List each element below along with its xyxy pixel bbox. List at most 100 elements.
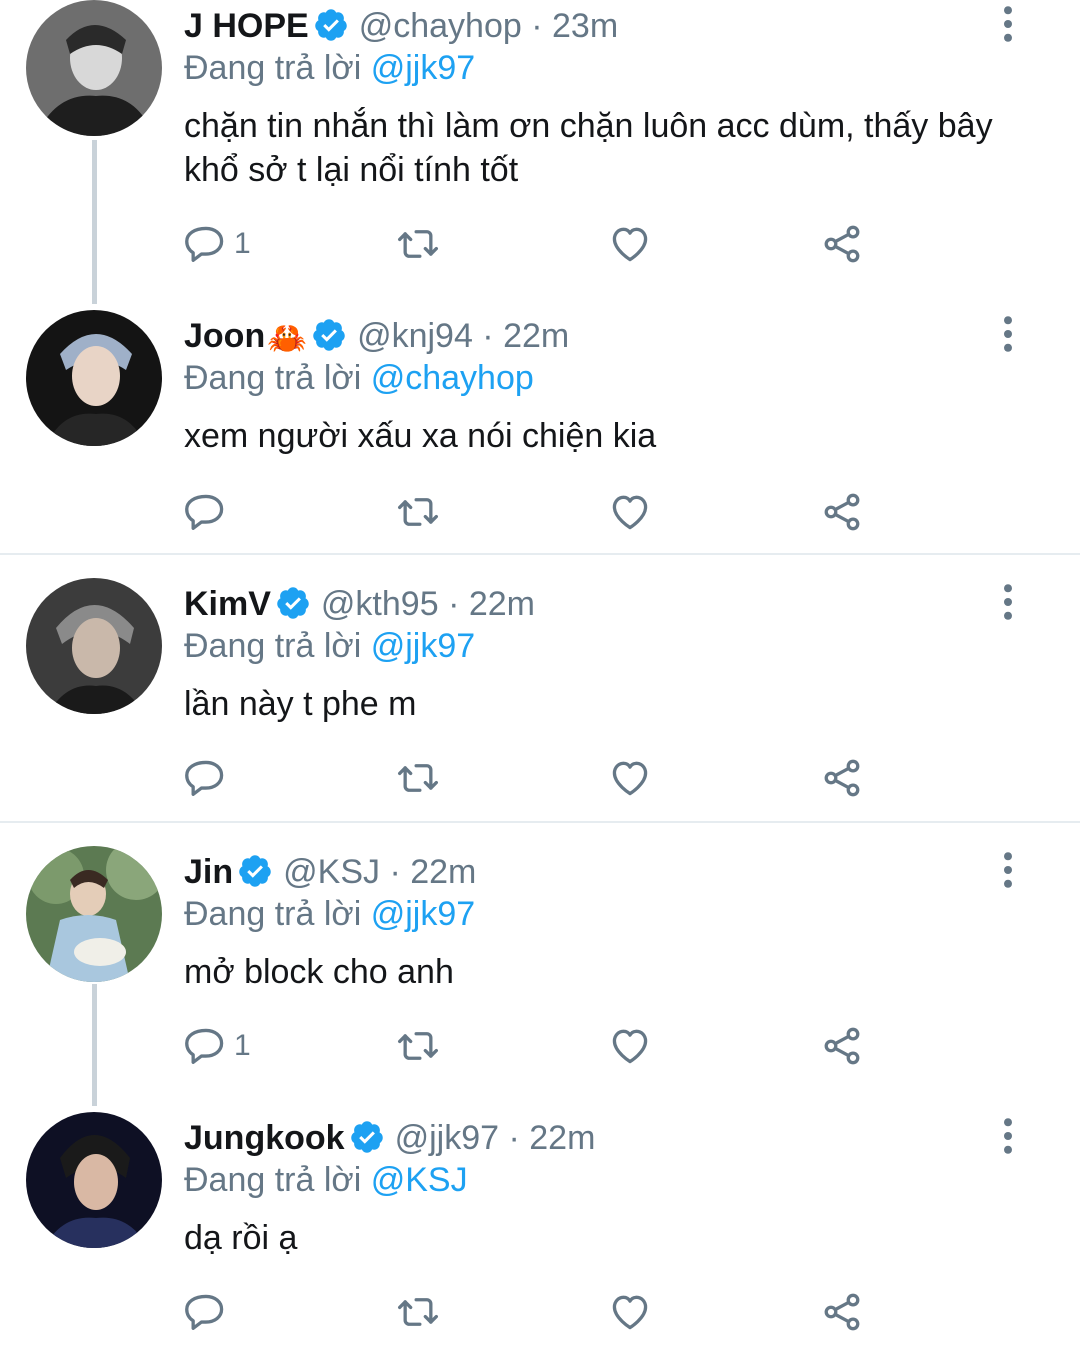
reply-to-link[interactable]: @KSJ [371, 1161, 468, 1199]
heart-icon [608, 756, 652, 800]
retweet-button[interactable] [396, 1282, 440, 1342]
verified-badge-icon [349, 1119, 385, 1155]
tweet-header: Joon🦀 @knj94 · 22m [184, 314, 569, 360]
timestamp[interactable]: 22m [529, 1119, 595, 1157]
retweet-button[interactable] [396, 748, 440, 808]
reply-count: 1 [234, 227, 251, 260]
meta-separator: · [499, 1119, 530, 1157]
reply-to-link[interactable]: @jjk97 [371, 627, 475, 665]
more-vertical-icon[interactable] [992, 314, 1024, 354]
tweet-header: J HOPE @chayhop · 23m [184, 4, 618, 48]
tweet-jhope[interactable]: J HOPE @chayhop · 23m Đang trả lời @jjk97… [0, 0, 1080, 300]
avatar[interactable] [26, 578, 162, 714]
tweet-actions [184, 748, 904, 808]
display-name[interactable]: KimV [184, 585, 271, 623]
reply-context: Đang trả lời @jjk97 [184, 46, 475, 90]
like-button[interactable] [608, 214, 652, 274]
retweet-button[interactable] [396, 482, 440, 542]
reply-count: 1 [234, 1029, 251, 1062]
tweet-actions: 1 [184, 214, 904, 274]
like-button[interactable] [608, 1016, 652, 1076]
share-button[interactable] [820, 482, 864, 542]
handle[interactable]: @kth95 [321, 585, 439, 623]
tweet-jungkook[interactable]: Jungkook @jjk97 · 22m Đang trả lời @KSJ d… [0, 1112, 1080, 1346]
handle[interactable]: @KSJ [283, 853, 380, 891]
tweet-text: mở block cho anh [184, 953, 454, 991]
tweet-text: chặn tin nhắn thì làm ơn chặn luôn acc d… [184, 107, 993, 189]
display-name[interactable]: J HOPE [184, 7, 309, 45]
share-icon [820, 222, 864, 266]
like-button[interactable] [608, 1282, 652, 1342]
reply-button[interactable]: 1 [184, 214, 251, 274]
timestamp[interactable]: 22m [410, 853, 476, 891]
like-button[interactable] [608, 748, 652, 808]
tweet-kimv[interactable]: KimV @kth95 · 22m Đang trả lời @jjk97 lần… [0, 578, 1080, 822]
handle[interactable]: @chayhop [359, 7, 522, 45]
avatar[interactable] [26, 0, 162, 136]
heart-icon [608, 1024, 652, 1068]
display-name[interactable]: Joon [184, 317, 265, 355]
reply-context: Đang trả lời @jjk97 [184, 892, 475, 936]
tweet-text: dạ rồi ạ [184, 1219, 298, 1257]
tweet-header: Jin @KSJ · 22m [184, 850, 476, 894]
share-button[interactable] [820, 214, 864, 274]
display-name[interactable]: Jin [184, 853, 233, 891]
share-button[interactable] [820, 1016, 864, 1076]
share-icon [820, 1290, 864, 1334]
reply-to-link[interactable]: @jjk97 [371, 895, 475, 933]
reply-prefix: Đang trả lời [184, 1161, 362, 1199]
reply-context: Đang trả lời @jjk97 [184, 624, 475, 668]
share-icon [820, 490, 864, 534]
tweet-joon[interactable]: Joon🦀 @knj94 · 22m Đang trả lời @chayhop … [0, 310, 1080, 554]
tweet-actions [184, 1282, 904, 1342]
reply-prefix: Đang trả lời [184, 627, 362, 665]
reply-prefix: Đang trả lời [184, 49, 362, 87]
like-button[interactable] [608, 482, 652, 542]
retweet-button[interactable] [396, 214, 440, 274]
share-button[interactable] [820, 1282, 864, 1342]
heart-icon [608, 222, 652, 266]
reply-icon [184, 1024, 228, 1068]
timestamp[interactable]: 22m [503, 317, 569, 355]
tweet-jin[interactable]: Jin @KSJ · 22m Đang trả lời @jjk97 mở blo… [0, 846, 1080, 1106]
reply-context: Đang trả lời @chayhop [184, 356, 534, 400]
display-name[interactable]: Jungkook [184, 1119, 345, 1157]
reply-button[interactable]: 1 [184, 1016, 251, 1076]
avatar[interactable] [26, 310, 162, 446]
avatar[interactable] [26, 846, 162, 982]
reply-to-link[interactable]: @chayhop [371, 359, 534, 397]
reply-icon [184, 1290, 228, 1334]
verified-badge-icon [275, 585, 311, 621]
retweet-icon [396, 490, 440, 534]
avatar[interactable] [26, 1112, 162, 1248]
retweet-button[interactable] [396, 1016, 440, 1076]
more-vertical-icon[interactable] [992, 850, 1024, 890]
more-vertical-icon[interactable] [992, 1116, 1024, 1156]
reply-prefix: Đang trả lời [184, 359, 362, 397]
meta-separator: · [472, 317, 504, 355]
timestamp[interactable]: 23m [552, 7, 618, 45]
more-vertical-icon[interactable] [992, 582, 1024, 622]
verified-badge-icon [311, 317, 347, 353]
reply-to-link[interactable]: @jjk97 [371, 49, 475, 87]
heart-icon [608, 490, 652, 534]
more-vertical-icon[interactable] [992, 4, 1024, 44]
share-button[interactable] [820, 748, 864, 808]
reply-icon [184, 756, 228, 800]
tweet-text: lần này t phe m [184, 685, 417, 723]
tweet-divider [0, 553, 1080, 555]
reply-button[interactable] [184, 1282, 234, 1342]
handle[interactable]: @jjk97 [395, 1119, 499, 1157]
retweet-icon [396, 222, 440, 266]
verified-badge-icon [313, 7, 349, 43]
name-emoji: 🦀 [267, 320, 308, 356]
handle[interactable]: @knj94 [357, 317, 473, 355]
reply-button[interactable] [184, 482, 234, 542]
timestamp[interactable]: 22m [469, 585, 535, 623]
reply-button[interactable] [184, 748, 234, 808]
reply-prefix: Đang trả lời [184, 895, 362, 933]
retweet-icon [396, 1290, 440, 1334]
tweet-actions [184, 482, 904, 542]
heart-icon [608, 1290, 652, 1334]
retweet-icon [396, 756, 440, 800]
